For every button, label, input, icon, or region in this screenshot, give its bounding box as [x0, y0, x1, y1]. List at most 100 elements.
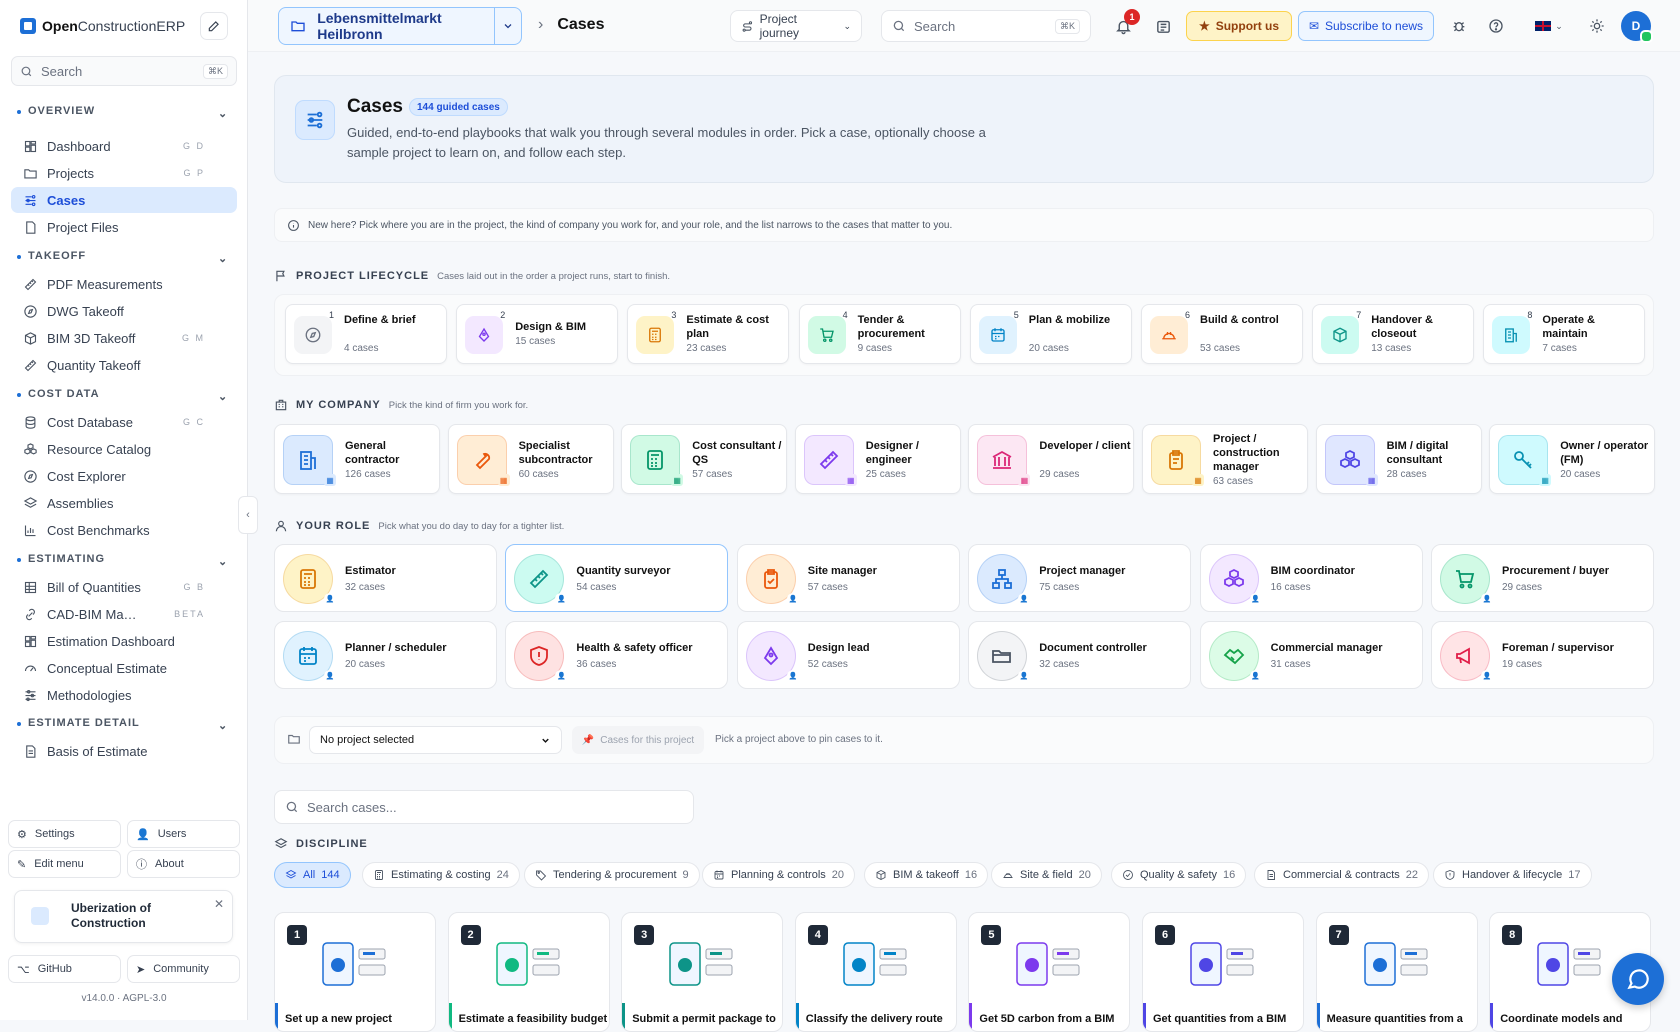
case-card[interactable]: 5 Get 5D carbon from a BIM: [968, 912, 1131, 1032]
lifecycle-card[interactable]: 1 Define & brief 4 cases: [285, 304, 447, 364]
sidebar-search[interactable]: Search ⌘K: [11, 56, 237, 86]
company-card[interactable]: ▦ General contractor 126 cases: [274, 424, 440, 494]
role-card[interactable]: 👤 Foreman / supervisor 19 cases: [1431, 621, 1654, 689]
global-search[interactable]: Search ⌘K: [881, 10, 1091, 42]
company-card[interactable]: ▦ Cost consultant / QS 57 cases: [621, 424, 788, 494]
lifecycle-card[interactable]: 8 Operate & maintain 7 cases: [1483, 304, 1646, 364]
lifecycle-card[interactable]: 5 Plan & mobilize 20 cases: [969, 304, 1132, 364]
discipline-chip[interactable]: Estimating & costing 24: [362, 862, 520, 888]
discipline-chip[interactable]: Planning & controls 20: [702, 862, 856, 888]
sidebar-item-cost-database[interactable]: Cost Database G C: [11, 409, 237, 435]
subscribe-button[interactable]: ✉ Subscribe to news: [1298, 11, 1434, 41]
settings-button[interactable]: ⚙ Settings: [8, 820, 121, 848]
lifecycle-card[interactable]: 7 Handover & closeout 13 cases: [1312, 304, 1475, 364]
company-card[interactable]: ▦ Specialist subcontractor 60 cases: [447, 424, 614, 494]
sidebar-section-estimating[interactable]: ESTIMATING ⌄: [28, 553, 227, 568]
sun-icon: [1590, 19, 1604, 33]
sidebar-section-cost-data[interactable]: COST DATA ⌄: [28, 388, 227, 403]
role-card[interactable]: 👤 BIM coordinator 16 cases: [1199, 544, 1423, 612]
sidebar-item-dashboard[interactable]: Dashboard G D: [11, 133, 237, 159]
company-card[interactable]: ▦ Project / construction manager 63 cases: [1142, 424, 1308, 494]
discipline-chip[interactable]: BIM & takeoff 16: [864, 862, 989, 888]
case-card[interactable]: 1 Set up a new project: [274, 912, 436, 1032]
theme-toggle[interactable]: [1586, 15, 1608, 37]
compose-button[interactable]: [200, 12, 228, 40]
discipline-chip[interactable]: Tendering & procurement 9: [524, 862, 700, 888]
discipline-chip[interactable]: Site & field 20: [991, 862, 1102, 888]
company-card[interactable]: ▦ Developer / client 29 cases: [968, 424, 1135, 494]
role-card[interactable]: 👤 Site manager 57 cases: [736, 544, 960, 612]
role-card[interactable]: 👤 Quantity surveyor 54 cases: [505, 544, 729, 612]
sidebar-item-resource-catalog[interactable]: Resource Catalog: [11, 436, 237, 462]
sidebar-item-project-files[interactable]: Project Files: [11, 214, 237, 240]
role-card[interactable]: 👤 Design lead 52 cases: [736, 621, 960, 689]
sidebar-item-bim-3d-takeoff[interactable]: BIM 3D Takeoff G M: [11, 325, 237, 351]
lifecycle-card[interactable]: 6 Build & control 53 cases: [1141, 304, 1303, 364]
bug-report-button[interactable]: [1448, 15, 1470, 37]
users-button[interactable]: 👤 Users: [127, 820, 240, 848]
role-card[interactable]: 👤 Project manager 75 cases: [968, 544, 1192, 612]
sidebar-item-cases[interactable]: Cases: [11, 187, 237, 213]
project-journey-button[interactable]: Project journey ⌄: [730, 10, 862, 42]
close-icon[interactable]: ✕: [214, 897, 224, 912]
sidebar-section-estimate-detail[interactable]: ESTIMATE DETAIL ⌄: [28, 717, 227, 732]
chevron-down-icon[interactable]: [493, 7, 521, 45]
sidebar-item-bill-of-quantities[interactable]: Bill of Quantities G B: [11, 574, 237, 600]
sidebar-item-basis-of-estimate[interactable]: Basis of Estimate: [11, 738, 237, 764]
lifecycle-card[interactable]: 3 Estimate & cost plan 23 cases: [627, 304, 790, 364]
case-card[interactable]: 7 Measure quantities from a: [1315, 912, 1478, 1032]
cases-for-project-button[interactable]: 📌 Cases for this project: [572, 726, 704, 754]
sidebar-item-quantity-takeoff[interactable]: Quantity Takeoff: [11, 352, 237, 378]
sidebar-section-takeoff[interactable]: TAKEOFF ⌄: [28, 250, 227, 265]
case-card[interactable]: 3 Submit a permit package to: [621, 912, 784, 1032]
sidebar-collapse-button[interactable]: ‹: [238, 496, 258, 534]
role-card[interactable]: 👤 Estimator 32 cases: [274, 544, 497, 612]
avatar[interactable]: D: [1621, 11, 1653, 43]
case-search-input[interactable]: Search cases...: [274, 790, 694, 824]
case-illustration-icon: [322, 942, 386, 986]
discipline-chip[interactable]: Commercial & contracts 22: [1254, 862, 1430, 888]
sidebar-item-cad-bim-ma[interactable]: CAD-BIM Ma… BETA: [11, 601, 237, 627]
case-card[interactable]: 4 Classify the delivery route: [794, 912, 957, 1032]
edit-menu-button[interactable]: ✎ Edit menu: [8, 850, 121, 878]
case-card[interactable]: 6 Get quantities from a BIM: [1142, 912, 1304, 1032]
sidebar-item-cost-benchmarks[interactable]: Cost Benchmarks: [11, 517, 237, 543]
brand[interactable]: OpenConstructionERP: [20, 16, 185, 36]
chat-button[interactable]: [1612, 953, 1664, 1005]
discipline-chip[interactable]: Handover & lifecycle 17: [1433, 862, 1592, 888]
notifications-button[interactable]: 1: [1112, 9, 1140, 37]
community-button[interactable]: ➤ Community: [127, 955, 240, 983]
language-selector[interactable]: ⌄: [1531, 15, 1567, 37]
news-button[interactable]: [1152, 15, 1174, 37]
sidebar-item-conceptual-estimate[interactable]: Conceptual Estimate: [11, 655, 237, 681]
company-card[interactable]: ▦ Designer / engineer 25 cases: [794, 424, 961, 494]
role-card[interactable]: 👤 Procurement / buyer 29 cases: [1431, 544, 1654, 612]
case-card[interactable]: 2 Estimate a feasibility budget: [447, 912, 610, 1032]
sidebar-item-estimation-dashboard[interactable]: Estimation Dashboard: [11, 628, 237, 654]
promo-card[interactable]: Uberization of Construction ✕: [14, 890, 233, 943]
project-switcher[interactable]: Lebensmittelmarkt Heilbronn: [278, 7, 522, 45]
lifecycle-card[interactable]: 4 Tender & procurement 9 cases: [798, 304, 961, 364]
sidebar-item-projects[interactable]: Projects G P: [11, 160, 237, 186]
role-card[interactable]: 👤 Document controller 32 cases: [968, 621, 1192, 689]
role-card[interactable]: 👤 Planner / scheduler 20 cases: [274, 621, 497, 689]
project-select[interactable]: No project selected: [309, 726, 562, 754]
sidebar-item-assemblies[interactable]: Assemblies: [11, 490, 237, 516]
support-us-button[interactable]: ★ Support us: [1186, 11, 1292, 41]
company-card[interactable]: ▦ Owner / operator (FM) 20 cases: [1489, 424, 1656, 494]
sidebar-item-cost-explorer[interactable]: Cost Explorer: [11, 463, 237, 489]
github-button[interactable]: ⌥ GitHub: [8, 955, 121, 983]
discipline-chip[interactable]: Quality & safety 16: [1111, 862, 1247, 888]
role-card[interactable]: 👤 Health & safety officer 36 cases: [505, 621, 729, 689]
company-card[interactable]: ▦ BIM / digital consultant 28 cases: [1315, 424, 1482, 494]
sidebar-section-overview[interactable]: OVERVIEW ⌄: [28, 105, 227, 120]
about-button[interactable]: ⓘ About: [127, 850, 240, 878]
help-button[interactable]: [1485, 15, 1507, 37]
stage-count: 20 cases: [1028, 343, 1069, 354]
discipline-chip[interactable]: All 144: [274, 862, 351, 888]
role-card[interactable]: 👤 Commercial manager 31 cases: [1199, 621, 1423, 689]
lifecycle-card[interactable]: 2 Design & BIM 15 cases: [456, 304, 619, 364]
sidebar-item-methodologies[interactable]: Methodologies: [11, 682, 237, 708]
sidebar-item-pdf-measurements[interactable]: PDF Measurements: [11, 271, 237, 297]
sidebar-item-dwg-takeoff[interactable]: DWG Takeoff: [11, 298, 237, 324]
